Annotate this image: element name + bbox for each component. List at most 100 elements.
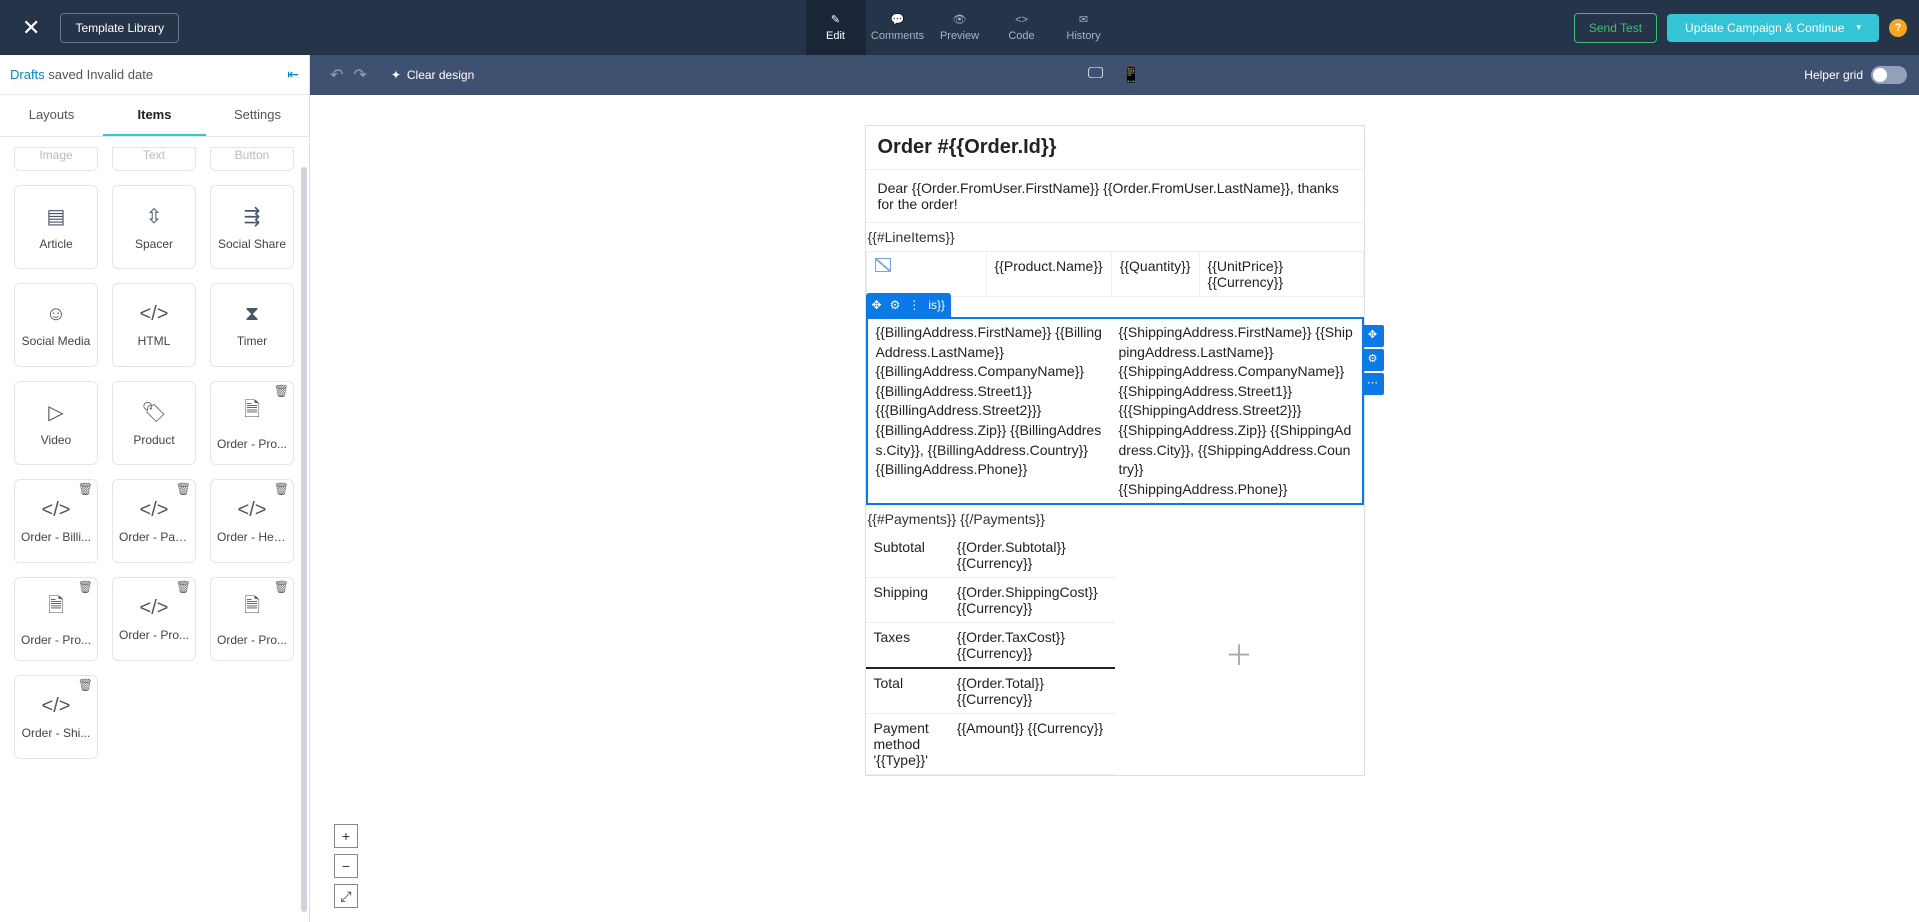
item-order-pro[interactable]: 🗑🗎Order - Pro... — [210, 381, 294, 465]
tab-comments[interactable]: 💬 Comments — [868, 0, 928, 55]
social-media-icon: ☺ — [46, 303, 66, 326]
tab-settings[interactable]: Settings — [206, 95, 309, 136]
item-text[interactable]: Text — [112, 147, 196, 171]
send-test-button[interactable]: Send Test — [1574, 13, 1657, 43]
helper-grid-switch[interactable] — [1871, 66, 1907, 84]
col-gear-icon[interactable]: ⚙ — [1362, 349, 1384, 371]
chevron-down-icon: ▾ — [1856, 22, 1861, 33]
mobile-icon[interactable]: 📱 — [1121, 65, 1141, 85]
total-value: {{Order.Total}} {{Currency}} — [949, 668, 1115, 714]
collapse-sidebar-icon[interactable]: ⇤ — [287, 66, 299, 83]
item-order-payment[interactable]: 🗑</>Order - Pay... — [112, 479, 196, 563]
shipping-label: Shipping — [866, 578, 949, 623]
tab-edit-label: Edit — [826, 30, 845, 42]
zoom-fullscreen-button[interactable]: ⤢ — [334, 884, 358, 908]
device-switcher: 🖵 📱 — [1088, 65, 1141, 85]
total-label: Total — [866, 668, 949, 714]
html-icon: </> — [140, 303, 169, 326]
help-icon[interactable]: ? — [1889, 19, 1907, 37]
top-mode-tabs: ✎ Edit 💬 Comments 👁 Preview <> Code ✉ Hi… — [806, 0, 1114, 55]
item-social-share[interactable]: ⇶Social Share — [210, 185, 294, 269]
undo-redo-group: ↶ ↷ — [330, 65, 367, 85]
col-unit-price: {{UnitPrice}} {{Currency}} — [1199, 252, 1363, 297]
totals-table[interactable]: Subtotal{{Order.Subtotal}} {{Currency}} … — [866, 533, 1115, 775]
item-order-pro4[interactable]: 🗑🗎Order - Pro... — [210, 577, 294, 661]
update-campaign-button[interactable]: Update Campaign & Continue ▾ — [1667, 14, 1879, 42]
close-icon[interactable]: ✕ — [12, 9, 50, 47]
email-title-block[interactable]: Order #{{Order.Id}} — [866, 126, 1364, 170]
delete-icon[interactable]: 🗑 — [176, 580, 191, 594]
item-spacer[interactable]: ⇳Spacer — [112, 185, 196, 269]
col-quantity: {{Quantity}} — [1111, 252, 1199, 297]
zoom-controls: + − ⤢ — [334, 824, 358, 908]
line-items-table[interactable]: {{Product.Name}} {{Quantity}} {{UnitPric… — [866, 251, 1364, 297]
column-side-controls: ✥ ⚙ ⋯ — [1362, 325, 1384, 395]
drafts-status-row: Drafts saved Invalid date ⇤ — [0, 55, 309, 95]
item-social-media[interactable]: ☺Social Media — [14, 283, 98, 367]
item-article[interactable]: ▤Article — [14, 185, 98, 269]
delete-icon[interactable]: 🗑 — [274, 384, 289, 398]
preview-icon: 👁 — [953, 13, 967, 26]
delete-icon[interactable]: 🗑 — [274, 482, 289, 496]
helper-grid-label: Helper grid — [1804, 68, 1863, 82]
item-timer[interactable]: ⧗Timer — [210, 283, 294, 367]
tab-items[interactable]: Items — [103, 95, 206, 136]
tab-layouts[interactable]: Layouts — [0, 95, 103, 136]
item-product[interactable]: 🏷Product — [112, 381, 196, 465]
share-icon: ⇶ — [244, 204, 261, 229]
tab-code[interactable]: <> Code — [992, 0, 1052, 55]
col-move-icon[interactable]: ✥ — [1362, 325, 1384, 347]
template-library-button[interactable]: Template Library — [60, 13, 179, 43]
doc-icon: 🗎 — [48, 591, 64, 625]
item-order-shipping[interactable]: 🗑</>Order - Shi... — [14, 675, 98, 759]
top-bar: ✕ Template Library ✎ Edit 💬 Comments 👁 P… — [0, 0, 1919, 55]
gear-icon[interactable]: ⚙ — [890, 298, 901, 312]
sidebar-tabs: Layouts Items Settings — [0, 95, 309, 137]
zoom-in-button[interactable]: + — [334, 824, 358, 848]
helper-grid-toggle: Helper grid — [1804, 66, 1907, 84]
item-html[interactable]: </>HTML — [112, 283, 196, 367]
tab-edit[interactable]: ✎ Edit — [806, 0, 866, 55]
delete-icon[interactable]: 🗑 — [78, 678, 93, 692]
email-greeting-block[interactable]: Dear {{Order.FromUser.FirstName}} {{Orde… — [866, 170, 1364, 223]
redo-icon[interactable]: ↷ — [353, 65, 366, 85]
item-order-billing[interactable]: 🗑</>Order - Billi... — [14, 479, 98, 563]
sidebar-scrollbar[interactable] — [301, 167, 307, 912]
selection-toolbar: ✥ ⚙ ⋮ is}} — [866, 293, 952, 317]
doc-icon: 🗎 — [244, 591, 260, 625]
tab-history[interactable]: ✉ History — [1054, 0, 1114, 55]
email-canvas[interactable]: Order #{{Order.Id}} Dear {{Order.FromUse… — [865, 125, 1365, 776]
drafts-link[interactable]: Drafts — [10, 67, 45, 82]
doc-icon: 🗎 — [244, 395, 260, 429]
zoom-out-button[interactable]: − — [334, 854, 358, 878]
video-icon: ▷ — [48, 400, 63, 425]
item-order-pro2[interactable]: 🗑🗎Order - Pro... — [14, 577, 98, 661]
taxes-value: {{Order.TaxCost}} {{Currency}} — [949, 623, 1115, 669]
move-icon[interactable]: ✥ — [872, 298, 882, 312]
broom-icon: ✦ — [391, 68, 401, 82]
subtotal-label: Subtotal — [866, 533, 949, 578]
more-icon[interactable]: ⋮ — [908, 298, 920, 312]
col-more-icon[interactable]: ⋯ — [1362, 373, 1384, 395]
tab-history-label: History — [1066, 30, 1100, 42]
payment-method-value: {{Amount}} {{Currency}} — [949, 714, 1115, 775]
address-two-column: {{BillingAddress.FirstName}} {{BillingAd… — [872, 323, 1358, 499]
delete-icon[interactable]: 🗑 — [78, 580, 93, 594]
item-button[interactable]: Button — [210, 147, 294, 171]
item-image[interactable]: Image — [14, 147, 98, 171]
desktop-icon[interactable]: 🖵 — [1088, 65, 1103, 85]
tab-preview[interactable]: 👁 Preview — [930, 0, 990, 55]
selected-address-block[interactable]: ✥ ⚙ ⋮ is}} {{BillingAddress.FirstName}} … — [866, 317, 1364, 505]
shipping-address-col: ✥ ⚙ ⋯ {{ShippingAddress.FirstName}} {{Sh… — [1115, 323, 1358, 499]
delete-icon[interactable]: 🗑 — [78, 482, 93, 496]
item-video[interactable]: ▷Video — [14, 381, 98, 465]
item-order-header[interactable]: 🗑</>Order - Hea... — [210, 479, 294, 563]
undo-icon[interactable]: ↶ — [330, 65, 343, 85]
item-order-pro3[interactable]: 🗑</>Order - Pro... — [112, 577, 196, 661]
add-block-icon[interactable]: ＋ — [1225, 634, 1253, 674]
taxes-label: Taxes — [866, 623, 949, 669]
delete-icon[interactable]: 🗑 — [176, 482, 191, 496]
clear-design-button[interactable]: ✦ Clear design — [391, 68, 474, 82]
comments-icon: 💬 — [891, 13, 905, 26]
delete-icon[interactable]: 🗑 — [274, 580, 289, 594]
